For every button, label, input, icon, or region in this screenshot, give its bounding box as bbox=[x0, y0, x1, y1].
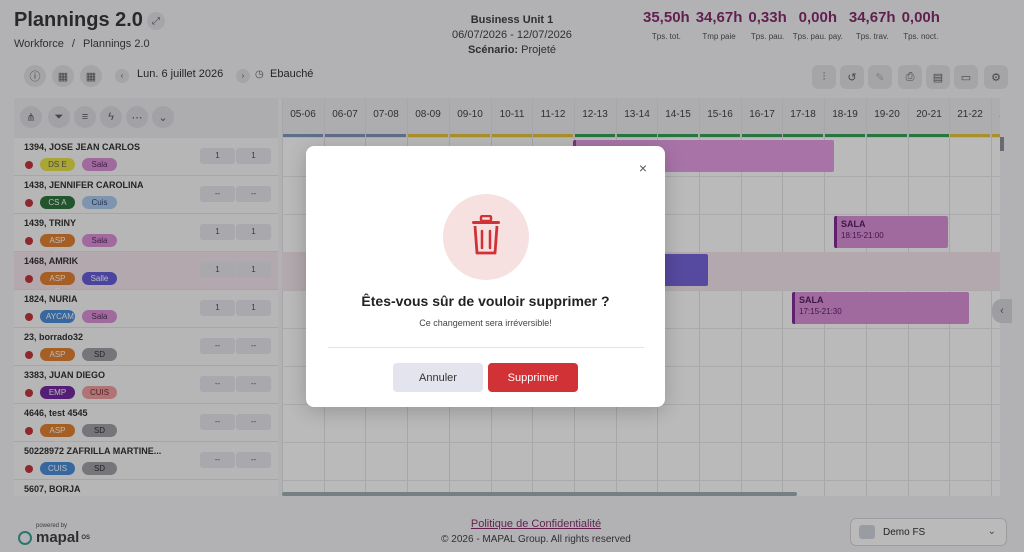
trash-icon-circle bbox=[443, 194, 529, 280]
cancel-button[interactable]: Annuler bbox=[393, 363, 483, 392]
dialog-title: Êtes-vous sûr de vouloir supprimer ? bbox=[361, 293, 610, 309]
delete-button[interactable]: Supprimer bbox=[488, 363, 578, 392]
close-icon[interactable]: × bbox=[636, 161, 650, 175]
delete-confirm-dialog: × Êtes-vous sûr de vouloir supprimer ? C… bbox=[306, 146, 665, 407]
app-root: Plannings 2.0 ⤢ Workforce / Plannings 2.0 … bbox=[0, 0, 1024, 552]
divider bbox=[328, 347, 644, 348]
dialog-subtitle: Ce changement sera irréversible! bbox=[419, 318, 552, 328]
trash-icon bbox=[472, 215, 500, 255]
